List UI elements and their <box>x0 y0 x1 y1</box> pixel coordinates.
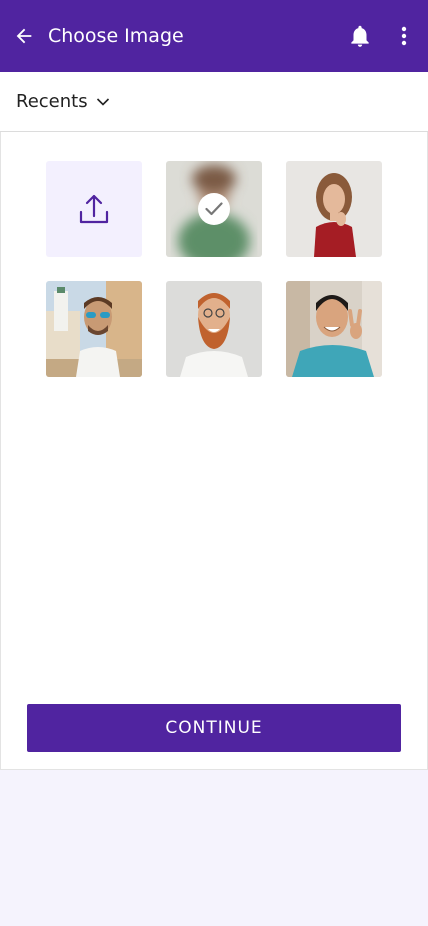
notifications-button[interactable] <box>344 20 376 52</box>
continue-button[interactable]: CONTINUE <box>27 704 401 752</box>
photo-man-sunglasses <box>46 281 142 377</box>
photo-thumbnail-4[interactable] <box>166 281 262 377</box>
bell-icon <box>351 25 369 47</box>
photo-thumbnail-2[interactable] <box>286 161 382 257</box>
photo-thumbnail-3[interactable] <box>46 281 142 377</box>
album-label: Recents <box>16 91 88 112</box>
more-options-button[interactable] <box>392 20 416 52</box>
photo-thumbnail-5[interactable] <box>286 281 382 377</box>
album-bar: Recents <box>0 72 428 132</box>
check-icon <box>205 202 223 216</box>
page-title: Choose Image <box>48 25 184 47</box>
image-grid-panel: CONTINUE <box>0 132 428 770</box>
photo-thumbnail-1[interactable] <box>166 161 262 257</box>
album-dropdown[interactable]: Recents <box>16 90 110 114</box>
upload-tile[interactable] <box>46 161 142 257</box>
arrow-left-icon <box>16 28 32 44</box>
chevron-down-icon <box>96 98 109 106</box>
back-button[interactable] <box>8 20 40 52</box>
photo-man-blue-sweater <box>286 281 382 377</box>
app-bar: Choose Image <box>0 0 428 72</box>
upload-icon <box>79 194 109 224</box>
more-vertical-icon <box>401 26 407 46</box>
photo-bearded-man <box>166 281 262 377</box>
photo-woman-red-sweater <box>286 161 382 257</box>
selected-check-badge <box>198 193 230 225</box>
